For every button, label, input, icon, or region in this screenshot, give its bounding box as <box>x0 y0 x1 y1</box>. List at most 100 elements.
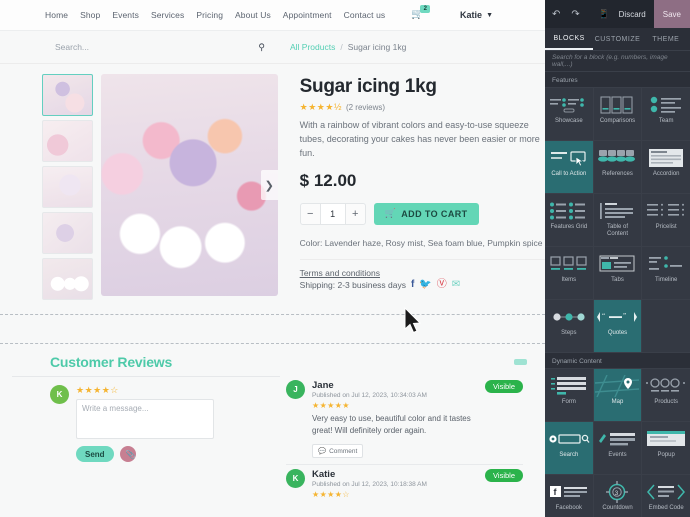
facebook-icon[interactable]: f <box>411 279 414 290</box>
block-label: Quotes <box>607 330 628 336</box>
gallery-thumbnail[interactable] <box>42 258 94 300</box>
block-table-of-content[interactable]: Table of Content <box>593 194 642 246</box>
pinterest-icon[interactable]: Ⓥ <box>437 279 447 290</box>
block-showcase[interactable]: Showcase <box>545 88 593 140</box>
terms-and-conditions-link[interactable]: Terms and conditions <box>300 268 545 278</box>
redo-icon[interactable]: ↷ <box>571 9 579 20</box>
drop-zone-divider <box>0 314 545 344</box>
status-badge[interactable]: Visible <box>485 380 523 393</box>
quantity-increase-button[interactable]: + <box>346 204 365 224</box>
block-references[interactable]: References <box>593 141 642 193</box>
block-map[interactable]: Map <box>593 369 642 421</box>
twitter-icon[interactable]: 🐦 <box>419 279 431 290</box>
minus-icon[interactable] <box>514 359 527 365</box>
grid-filler <box>642 300 690 352</box>
block-steps[interactable]: Steps <box>545 300 593 352</box>
block-countdown[interactable]: 3 Countdown <box>593 475 642 517</box>
block-facebook[interactable]: f Facebook <box>545 475 593 517</box>
gallery-thumbnail[interactable] <box>42 166 94 208</box>
timeline-icon <box>648 253 684 275</box>
top-navigation-bar: Home Shop Events Services Pricing About … <box>0 0 545 31</box>
block-accordion[interactable]: Accordion <box>642 141 690 193</box>
block-library[interactable]: Features Showcase Comparisons Team Call … <box>545 72 690 517</box>
product-main-image[interactable]: ❯ <box>101 74 278 296</box>
review-author: Jane <box>312 380 334 391</box>
nav-link-contact-us[interactable]: Contact us <box>344 10 386 20</box>
quantity-value[interactable]: 1 <box>319 203 346 224</box>
block-label: Search <box>559 452 579 458</box>
block-search[interactable]: Search <box>545 422 593 474</box>
mobile-device-icon[interactable]: 📱 <box>598 9 609 20</box>
search-icon[interactable]: ⚲ <box>258 42 265 53</box>
section-title-features: Features <box>552 77 578 84</box>
quotes-icon: “ ” <box>596 306 638 328</box>
block-products[interactable]: Products <box>642 369 690 421</box>
quantity-decrease-button[interactable]: − <box>301 204 320 224</box>
block-features-grid[interactable]: Features Grid <box>545 194 593 246</box>
website-preview: Home Shop Events Services Pricing About … <box>0 0 545 517</box>
nav-link-services[interactable]: Services <box>151 10 184 20</box>
chevron-right-icon[interactable]: ❯ <box>260 170 278 200</box>
breadcrumb-root[interactable]: All Products <box>290 42 335 52</box>
avatar: K <box>50 385 69 404</box>
review-form-stars[interactable]: ★★★★☆ <box>76 385 280 396</box>
page-title: Sugar icing 1kg <box>299 76 437 97</box>
block-label: Popup <box>657 452 675 458</box>
comment-button[interactable]: 💬 Comment <box>312 444 364 459</box>
search-input[interactable]: Search... ⚲ <box>55 42 265 53</box>
block-label: Products <box>654 399 678 405</box>
block-quotes[interactable]: “ ” Quotes <box>593 300 642 352</box>
list-item: K Katie Published on Jul 12, 2023, 10:18… <box>286 464 523 508</box>
popup-icon <box>646 428 686 450</box>
form-icon <box>550 375 588 397</box>
block-label: Features Grid <box>550 224 588 230</box>
nav-link-events[interactable]: Events <box>112 10 139 20</box>
features-block-grid: Showcase Comparisons Team Call to Action… <box>545 87 690 353</box>
block-search-input[interactable]: Search for a block (e.g. numbers, image … <box>545 51 690 72</box>
tab-theme[interactable]: THEME <box>642 28 690 50</box>
block-call-to-action[interactable]: Call to Action <box>545 141 593 193</box>
review-author: Katie <box>312 469 336 481</box>
avatar: J <box>286 380 305 399</box>
block-tabs[interactable]: Tabs <box>593 247 642 299</box>
add-to-cart-button[interactable]: 🛒 ADD TO CART <box>373 202 479 225</box>
block-form[interactable]: Form <box>545 369 593 421</box>
nav-link-about-us[interactable]: About Us <box>235 10 271 20</box>
block-comparisons[interactable]: Comparisons <box>593 88 642 140</box>
nav-link-shop[interactable]: Shop <box>80 10 100 20</box>
block-pricelist[interactable]: Pricelist <box>642 194 690 246</box>
block-events[interactable]: Events <box>593 422 642 474</box>
gallery-thumbnail[interactable] <box>42 74 94 116</box>
user-menu[interactable]: Katie ▼ <box>460 10 493 20</box>
avatar: K <box>286 469 305 489</box>
cart-button[interactable]: 🛒 2 <box>411 5 431 20</box>
block-popup[interactable]: Popup <box>642 422 690 474</box>
gallery-thumbnail[interactable] <box>42 120 94 162</box>
discard-button[interactable]: Discard <box>619 10 646 19</box>
block-label: Embed Code <box>648 505 684 511</box>
shipping-info: Shipping: 2-3 business days <box>299 279 406 290</box>
block-embed-code[interactable]: Embed Code <box>642 475 690 517</box>
save-button[interactable]: Save <box>653 0 690 28</box>
undo-icon[interactable]: ↶ <box>552 9 560 20</box>
block-timeline[interactable]: Timeline <box>642 247 690 299</box>
review-form-main: ★★★★☆ Write a message... Send 📎 <box>76 385 280 462</box>
send-button[interactable]: Send <box>76 446 114 462</box>
editor-tabs: BLOCKS CUSTOMIZE THEME <box>545 28 690 51</box>
table-of-content-icon <box>599 200 635 222</box>
status-badge[interactable]: Visible <box>485 469 523 483</box>
block-label: Call to Action <box>551 171 587 177</box>
paperclip-icon[interactable]: 📎 <box>119 446 136 462</box>
nav-link-pricing[interactable]: Pricing <box>196 10 223 20</box>
nav-link-appointment[interactable]: Appointment <box>283 10 332 20</box>
nav-link-home[interactable]: Home <box>45 10 68 20</box>
block-team[interactable]: Team <box>642 88 690 140</box>
block-items[interactable]: Items <box>545 247 593 299</box>
gallery-thumbnail[interactable] <box>42 212 94 254</box>
tab-blocks[interactable]: BLOCKS <box>545 28 594 50</box>
quantity-stepper[interactable]: − 1 + <box>299 202 366 225</box>
review-message-input[interactable]: Write a message... <box>76 399 214 439</box>
email-icon[interactable]: ✉ <box>452 279 460 290</box>
tab-customize[interactable]: CUSTOMIZE <box>593 28 641 50</box>
block-label: Table of Content <box>606 224 628 237</box>
